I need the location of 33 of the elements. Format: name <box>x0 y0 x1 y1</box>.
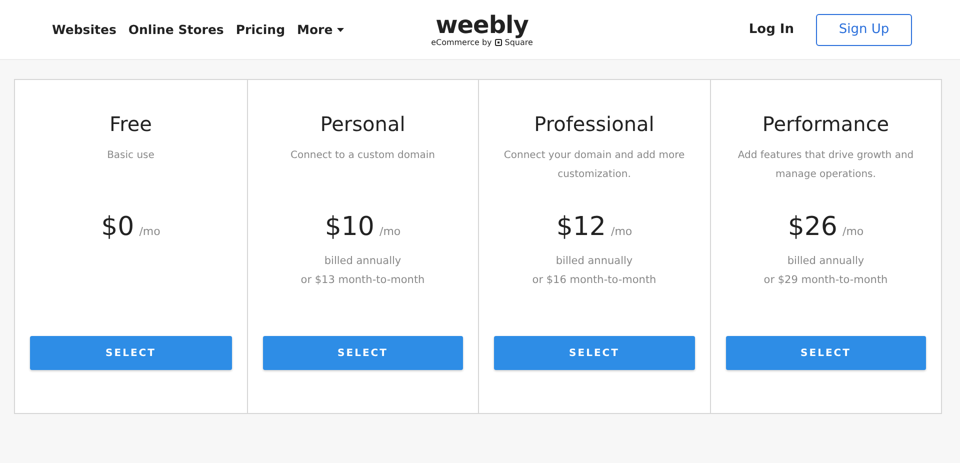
price-unit: /mo <box>379 225 401 238</box>
plan-price: $0 <box>101 212 134 242</box>
price-unit: /mo <box>139 225 160 238</box>
caret-icon <box>336 28 344 32</box>
plan-description: Basic use <box>107 149 154 163</box>
signup-button[interactable]: Sign Up <box>816 14 912 46</box>
plan-name: Personal <box>320 112 406 138</box>
billing-note: billed annually <box>787 254 864 269</box>
billing-note: or $29 month-to-month <box>764 273 888 288</box>
price-unit: /mo <box>842 225 864 238</box>
tagline-brand: Square <box>504 38 533 47</box>
logo[interactable]: weebly <box>436 12 528 38</box>
plan-description: Connect to a custom domain <box>290 149 435 163</box>
billing-note: or $16 month-to-month <box>532 273 656 288</box>
plan-description: Add features that drive growth and manage operations. <box>736 149 915 182</box>
plan-price: $26 <box>788 212 838 242</box>
nav-link[interactable]: More <box>297 22 344 37</box>
price-unit: /mo <box>610 225 632 238</box>
billing-note: billed annually <box>556 254 633 269</box>
plan-name: Professional <box>534 112 654 138</box>
nav-link[interactable]: Websites <box>52 22 116 37</box>
square-logo-icon <box>494 39 502 46</box>
plan-name: Free <box>110 112 152 138</box>
nav-link[interactable]: Pricing <box>236 22 286 37</box>
billing-note: or $13 month-to-month <box>300 273 425 288</box>
nav-link[interactable]: Online Stores <box>128 22 224 37</box>
plan-price: $10 <box>324 212 374 242</box>
plan-price: $12 <box>556 212 606 242</box>
plan-description: Connect your domain and add more customization. <box>502 149 686 182</box>
login-link[interactable]: Log In <box>748 22 794 37</box>
tagline: eCommerce by <box>431 38 492 47</box>
plan-name: Performance <box>762 112 890 138</box>
billing-note: billed annually <box>324 254 402 269</box>
